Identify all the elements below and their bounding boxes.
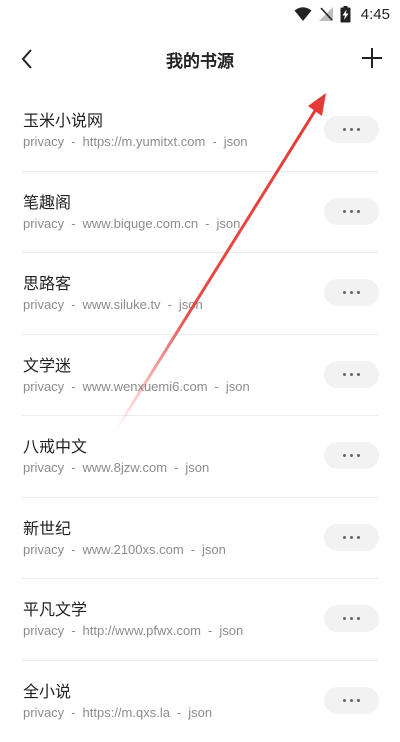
back-button[interactable] [14,46,40,72]
header-bar: 我的书源 [0,28,400,90]
source-meta: privacy-www.siluke.tv-json [23,297,203,312]
chevron-left-icon [20,48,34,70]
source-format: json [202,542,226,557]
wifi-icon [294,6,312,22]
more-dots-icon [343,617,360,620]
list-item[interactable]: 平凡文学 privacy-http://www.pfwx.com-json [22,579,378,661]
source-meta: privacy-www.2100xs.com-json [23,542,226,557]
source-type: privacy [23,705,64,720]
list-item[interactable]: 新世纪 privacy-www.2100xs.com-json [22,498,378,580]
source-url: www.siluke.tv [83,297,161,312]
more-dots-icon [343,128,360,131]
more-dots-icon [343,699,360,702]
source-meta: privacy-www.biquge.com.cn-json [23,216,240,231]
source-url: www.biquge.com.cn [83,216,199,231]
source-format: json [188,705,212,720]
list-item[interactable]: 玉米小说网 privacy-https://m.yumitxt.com-json [22,90,378,172]
source-type: privacy [23,134,64,149]
source-name: 笔趣阁 [23,189,71,213]
plus-icon [361,47,383,69]
source-meta: privacy-https://m.qxs.la-json [23,705,212,720]
source-name: 八戒中文 [23,433,87,457]
more-dots-icon [343,536,360,539]
source-meta: privacy-https://m.yumitxt.com-json [23,134,248,149]
source-format: json [179,297,203,312]
source-name: 思路客 [23,270,71,294]
battery-charging-icon [340,6,351,23]
source-name: 文学迷 [23,352,71,376]
source-format: json [226,379,250,394]
more-dots-icon [343,210,360,213]
source-format: json [224,134,248,149]
source-url: www.wenxuemi6.com [83,379,208,394]
source-meta: privacy-www.8jzw.com-json [23,460,209,475]
page-title: 我的书源 [166,47,234,72]
more-button[interactable] [324,442,379,469]
source-meta: privacy-http://www.pfwx.com-json [23,623,243,638]
more-button[interactable] [324,687,379,714]
more-button[interactable] [324,116,379,143]
source-url: www.2100xs.com [83,542,184,557]
list-item[interactable]: 思路客 privacy-www.siluke.tv-json [22,253,378,335]
more-button[interactable] [324,198,379,225]
source-name: 平凡文学 [23,596,87,620]
source-name: 玉米小说网 [23,107,103,131]
source-type: privacy [23,379,64,394]
status-time: 4:45 [361,6,390,23]
more-button[interactable] [324,524,379,551]
source-meta: privacy-www.wenxuemi6.com-json [23,379,250,394]
source-format: json [219,623,243,638]
source-type: privacy [23,297,64,312]
source-url: https://m.yumitxt.com [83,134,206,149]
more-button[interactable] [324,279,379,306]
source-url: https://m.qxs.la [83,705,170,720]
source-type: privacy [23,623,64,638]
source-type: privacy [23,216,64,231]
source-type: privacy [23,542,64,557]
source-format: json [185,460,209,475]
no-signal-icon [318,6,334,22]
status-bar: 4:45 [0,0,400,28]
more-dots-icon [343,454,360,457]
list-item[interactable]: 笔趣阁 privacy-www.biquge.com.cn-json [22,172,378,254]
list-item[interactable]: 全小说 privacy-https://m.qxs.la-json [22,661,378,742]
source-url: www.8jzw.com [83,460,168,475]
more-button[interactable] [324,361,379,388]
more-button[interactable] [324,605,379,632]
source-url: http://www.pfwx.com [83,623,201,638]
source-type: privacy [23,460,64,475]
list-item[interactable]: 八戒中文 privacy-www.8jzw.com-json [22,416,378,498]
more-dots-icon [343,373,360,376]
more-dots-icon [343,291,360,294]
source-format: json [217,216,241,231]
source-list: 玉米小说网 privacy-https://m.yumitxt.com-json… [0,90,400,742]
source-name: 新世纪 [23,515,71,539]
add-source-button[interactable] [358,44,386,72]
source-name: 全小说 [23,678,71,702]
list-item[interactable]: 文学迷 privacy-www.wenxuemi6.com-json [22,335,378,417]
